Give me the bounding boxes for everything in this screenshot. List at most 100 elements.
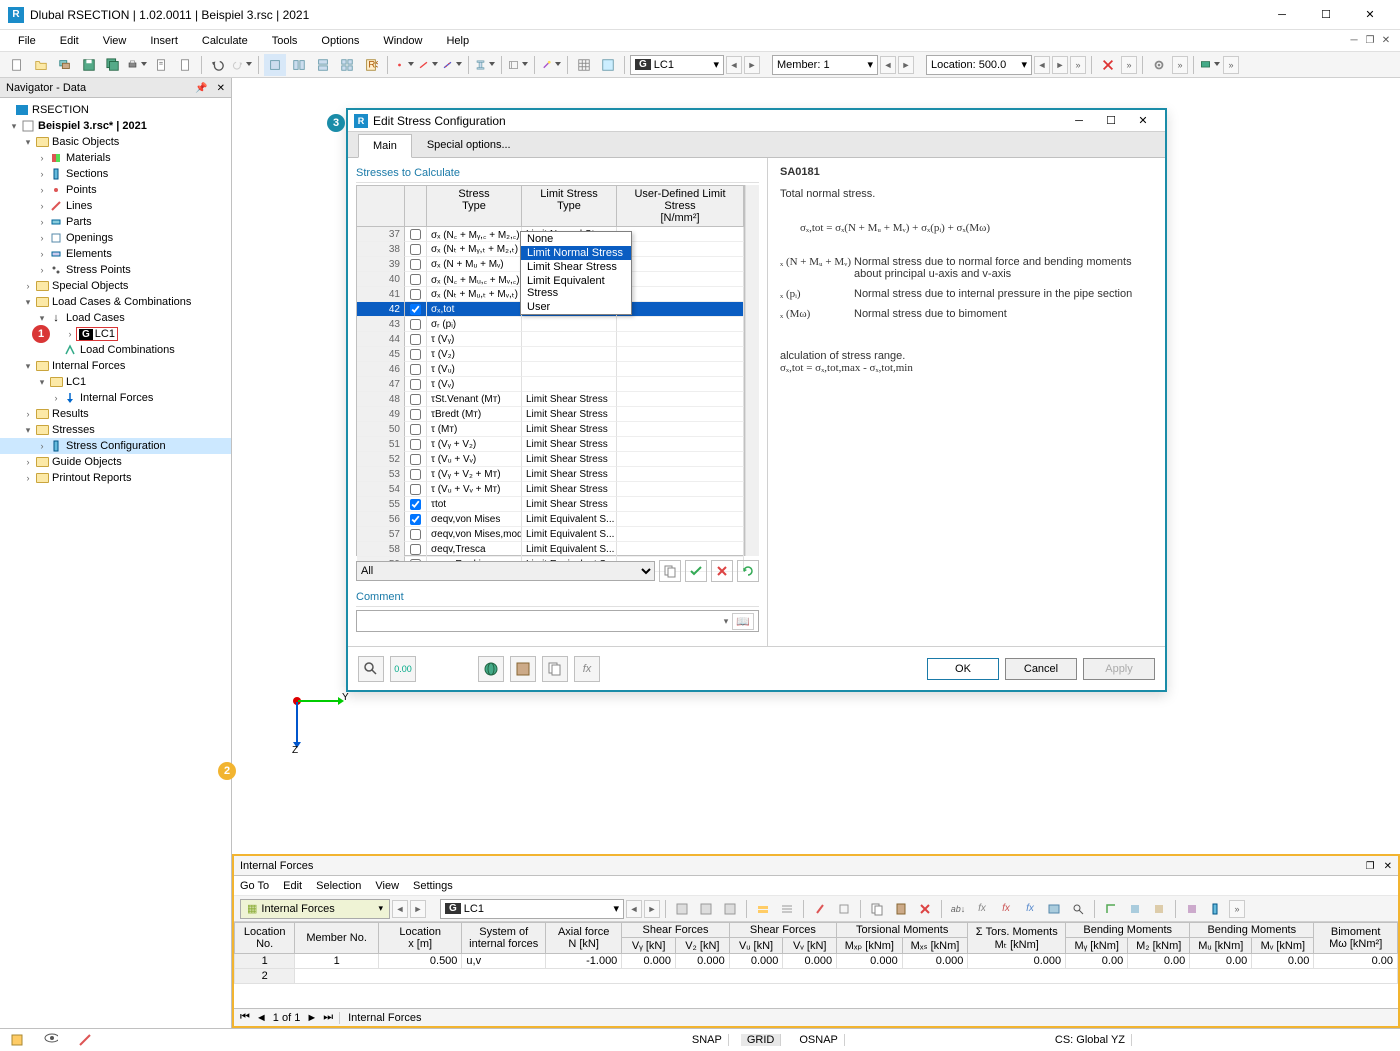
table-row[interactable]: 1 1 0.500 u,v -1.000 0.0000.000 0.0000.0…: [235, 954, 1398, 969]
menu-calculate[interactable]: Calculate: [192, 33, 258, 49]
stress-type-cell[interactable]: τ (Vᵤ + Vᵥ): [427, 452, 522, 467]
tree-basic-5[interactable]: Openings: [66, 232, 113, 244]
dd-option-none[interactable]: None: [521, 232, 631, 246]
user-limit-cell[interactable]: [617, 257, 744, 272]
menu-insert[interactable]: Insert: [140, 33, 188, 49]
limit-cell[interactable]: [522, 377, 617, 392]
bp-tool-c-icon[interactable]: [1148, 898, 1170, 920]
tab-main[interactable]: Main: [358, 134, 412, 158]
menu-file[interactable]: File: [8, 33, 46, 49]
tree-guide[interactable]: Guide Objects: [52, 456, 122, 468]
user-limit-cell[interactable]: [617, 422, 744, 437]
stress-type-cell[interactable]: τ (Vᵥ): [427, 377, 522, 392]
notes-icon[interactable]: [174, 54, 196, 76]
tree-load-cases[interactable]: Load Cases: [66, 312, 125, 324]
tool-a-icon[interactable]: [393, 54, 415, 76]
grid2-icon[interactable]: [597, 54, 619, 76]
row-checkbox[interactable]: [405, 377, 427, 392]
stress-row[interactable]: 46 τ (Vᵤ): [357, 362, 744, 377]
member-prev-button[interactable]: ◄: [880, 56, 896, 74]
navigator-tree[interactable]: RSECTION ▾Beispiel 3.rsc* | 2021 ▾Basic …: [0, 98, 231, 1050]
stress-row[interactable]: 45 τ (V₂): [357, 347, 744, 362]
comment-input[interactable]: ▾ 📖: [356, 610, 759, 632]
user-limit-cell[interactable]: [617, 227, 744, 242]
bp-next2-icon[interactable]: ►: [306, 1012, 317, 1024]
stress-type-cell[interactable]: τ (Vᵧ + V₂): [427, 437, 522, 452]
grid-icon[interactable]: [573, 54, 595, 76]
stress-row[interactable]: 58 σeqv,Tresca Limit Equivalent S...: [357, 542, 744, 557]
tree-internal-forces[interactable]: Internal Forces: [52, 360, 125, 372]
tree-file[interactable]: Beispiel 3.rsc* | 2021: [38, 120, 147, 132]
stress-row[interactable]: 51 τ (Vᵧ + V₂) Limit Shear Stress: [357, 437, 744, 452]
stress-type-cell[interactable]: σeqv,von Mises: [427, 512, 522, 527]
user-limit-cell[interactable]: [617, 347, 744, 362]
status-snap[interactable]: SNAP: [686, 1034, 729, 1046]
report-icon[interactable]: [150, 54, 172, 76]
tree-if-if[interactable]: Internal Forces: [80, 392, 153, 404]
limit-cell[interactable]: Limit Shear Stress: [522, 467, 617, 482]
bp-del-icon[interactable]: [914, 898, 936, 920]
mdi-minimize-icon[interactable]: ─: [1348, 35, 1360, 47]
bp-tool-a-icon[interactable]: [1100, 898, 1122, 920]
bp-prev2-icon[interactable]: ◄: [256, 1012, 267, 1024]
stress-row[interactable]: 56 σeqv,von Mises Limit Equivalent S...: [357, 512, 744, 527]
adjust-icon[interactable]: [507, 54, 529, 76]
row-checkbox[interactable]: [405, 452, 427, 467]
limit-cell[interactable]: Limit Equivalent S...: [522, 542, 617, 557]
tool-b-icon[interactable]: [417, 54, 439, 76]
cross-icon[interactable]: [1097, 54, 1119, 76]
ok-button[interactable]: OK: [927, 658, 999, 680]
limit-cell[interactable]: Limit Equivalent S...: [522, 512, 617, 527]
stress-type-cell[interactable]: τBredt (Mᴛ): [427, 407, 522, 422]
table-scrollbar[interactable]: [745, 185, 759, 556]
table-row[interactable]: 2: [235, 969, 1398, 984]
stress-row[interactable]: 50 τ (Mᴛ) Limit Shear Stress: [357, 422, 744, 437]
bp-lc-prev-button[interactable]: ◄: [626, 900, 642, 918]
bp-img-icon[interactable]: [1043, 898, 1065, 920]
row-checkbox[interactable]: [405, 287, 427, 302]
mdi-close-icon[interactable]: ✕: [1380, 35, 1392, 47]
row-checkbox[interactable]: [405, 407, 427, 422]
tree-basic-0[interactable]: Materials: [66, 152, 111, 164]
maximize-button[interactable]: ☐: [1304, 1, 1348, 29]
bp-tb-7-icon[interactable]: [833, 898, 855, 920]
loc-next-button[interactable]: ►: [1052, 56, 1068, 74]
tree-basic-objects[interactable]: Basic Objects: [52, 136, 119, 148]
sb-line-icon[interactable]: [74, 1029, 96, 1051]
menu-view[interactable]: View: [93, 33, 137, 49]
stress-row[interactable]: 44 τ (Vᵧ): [357, 332, 744, 347]
dd-option-equiv[interactable]: Limit Equivalent Stress: [521, 274, 631, 300]
stress-type-cell[interactable]: σₓ (N꜀ + Mᵤ,꜀ + Mᵥ,꜀): [427, 272, 522, 287]
copy-icon[interactable]: [659, 560, 681, 582]
bp-first-icon[interactable]: ⏮: [240, 1011, 250, 1024]
row-checkbox[interactable]: [405, 302, 427, 317]
user-limit-cell[interactable]: [617, 272, 744, 287]
sb-eye-icon[interactable]: [40, 1029, 62, 1051]
bp-lc-combo[interactable]: GLC1▾: [440, 899, 624, 919]
limit-stress-dropdown[interactable]: None Limit Normal Stress Limit Shear Str…: [520, 231, 632, 315]
func-icon[interactable]: fx: [574, 656, 600, 682]
user-limit-cell[interactable]: [617, 392, 744, 407]
stress-row[interactable]: 52 τ (Vᵤ + Vᵥ) Limit Shear Stress: [357, 452, 744, 467]
bp-lc-next-button[interactable]: ►: [644, 900, 660, 918]
bp-fx3-icon[interactable]: fx: [1019, 898, 1041, 920]
view-split-h-icon[interactable]: [312, 54, 334, 76]
section-icon[interactable]: [474, 54, 496, 76]
tree-basic-1[interactable]: Sections: [66, 168, 108, 180]
stress-type-cell[interactable]: τtot: [427, 497, 522, 512]
tree-basic-4[interactable]: Parts: [66, 216, 92, 228]
view-split-v-icon[interactable]: [288, 54, 310, 76]
tab-special[interactable]: Special options...: [412, 133, 526, 157]
dialog-close-button[interactable]: ✕: [1127, 111, 1159, 131]
bp-fx-icon[interactable]: fx: [971, 898, 993, 920]
menu-window[interactable]: Window: [373, 33, 432, 49]
user-limit-cell[interactable]: [617, 452, 744, 467]
open-recent-icon[interactable]: [54, 54, 76, 76]
user-limit-cell[interactable]: [617, 332, 744, 347]
stress-type-cell[interactable]: σₓ (Nₜ + Mᵤ,ₜ + Mᵥ,ₜ): [427, 287, 522, 302]
dd-option-user[interactable]: User: [521, 300, 631, 314]
stress-type-cell[interactable]: τSt.Venant (Mᴛ): [427, 392, 522, 407]
row-checkbox[interactable]: [405, 332, 427, 347]
row-checkbox[interactable]: [405, 467, 427, 482]
menu-tools[interactable]: Tools: [262, 33, 308, 49]
